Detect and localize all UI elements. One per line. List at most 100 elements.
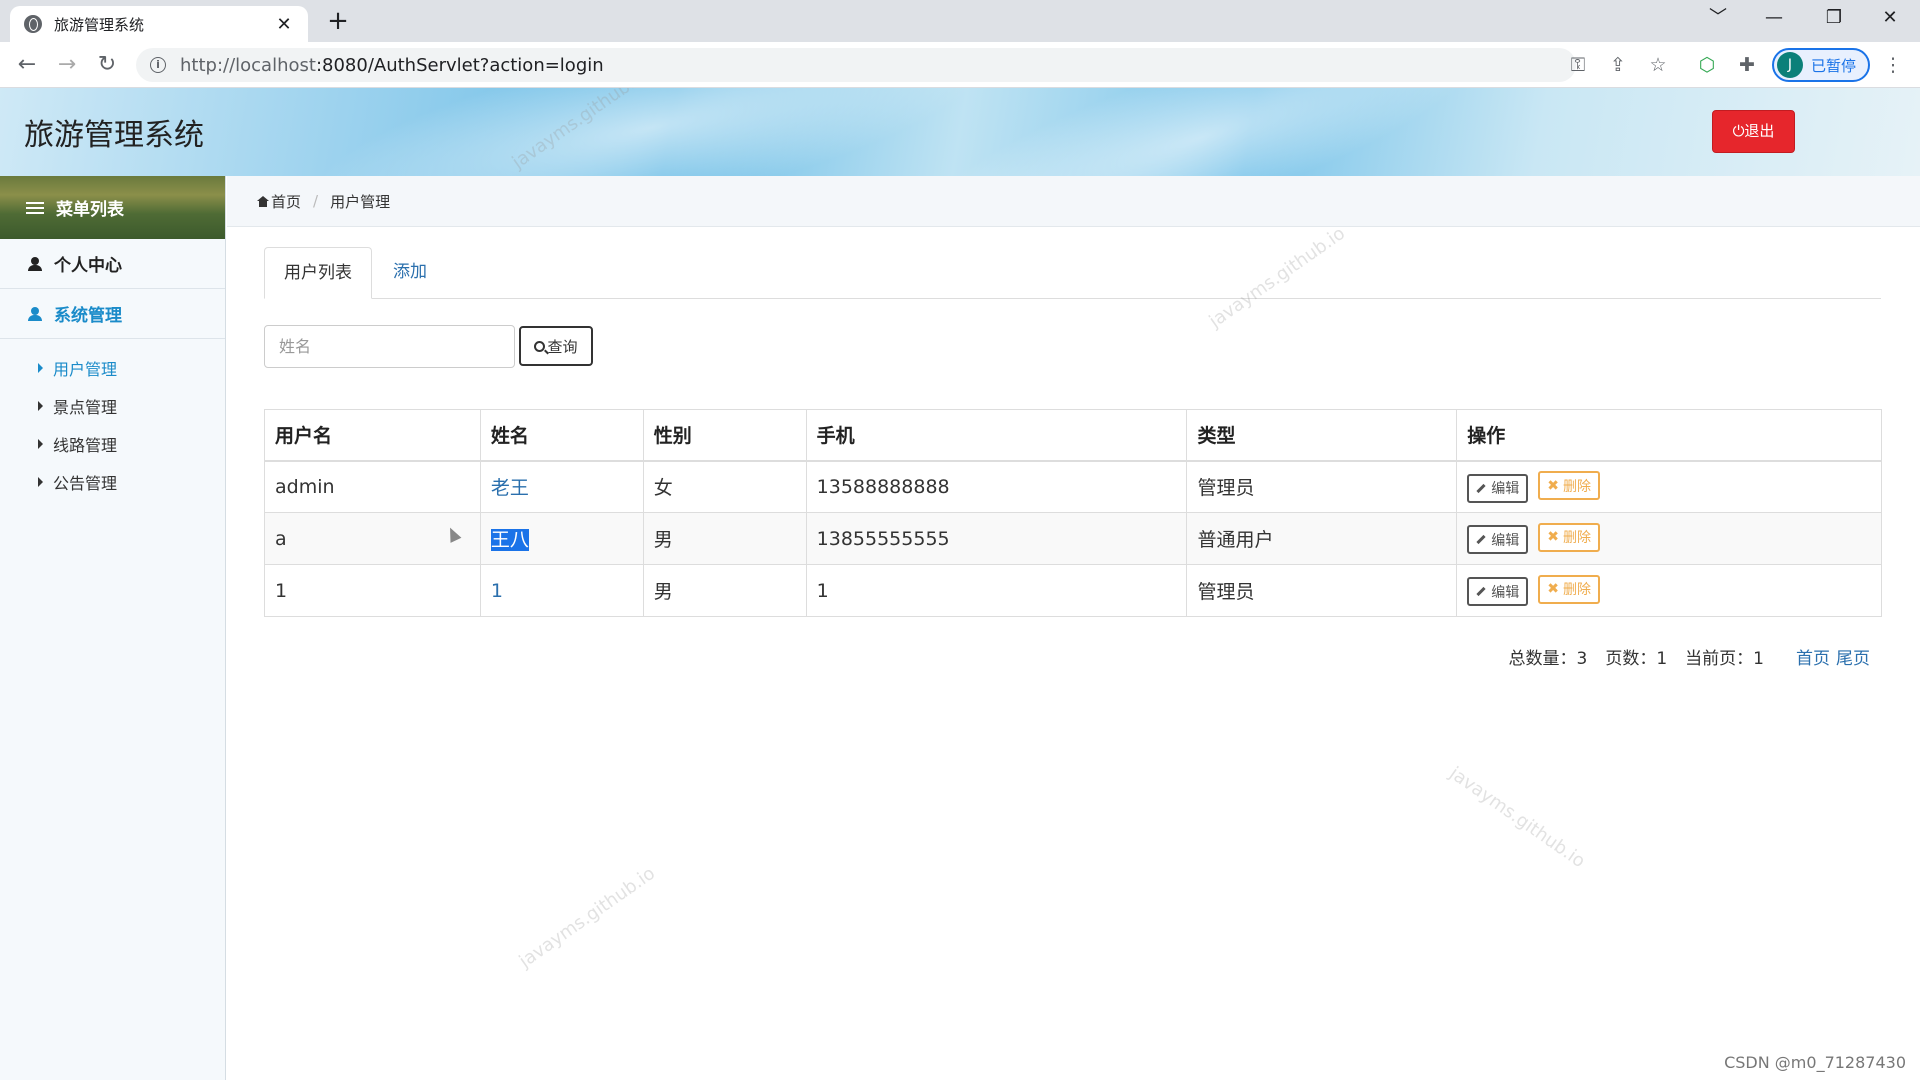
cell-phone: 13588888888 [805,460,1188,513]
tab-user-list[interactable]: 用户列表 [264,247,372,299]
cell-gender: 男 [642,512,807,565]
edit-button[interactable]: 编辑 [1467,473,1529,503]
column-header-gender: 性别 [642,409,807,462]
forward-icon[interactable]: → [52,50,82,80]
delete-button[interactable]: ✖ 删除 [1538,522,1601,552]
minimize-button[interactable]: — [1746,0,1802,38]
column-header-type: 类型 [1186,409,1458,462]
delete-label: 删除 [1563,530,1592,547]
first-page-link[interactable]: 首页 [1796,644,1830,669]
extension-icon[interactable]: ⬡ [1694,52,1720,78]
cell-type: 管理员 [1186,460,1458,513]
table-row: 1 1 男 1 管理员 编辑 ✖ 删除 [264,564,1882,617]
tab-strip: 用户列表 添加 [264,247,1881,299]
close-tab-icon[interactable]: ✕ [274,14,294,35]
sidebar-subitem-route-management[interactable]: 线路管理 [0,425,225,463]
sidebar-item-personal-center[interactable]: 个人中心 [0,239,225,289]
key-icon[interactable]: ⚿ [1565,52,1591,78]
address-toolbar: ← → ↻ i http://localhost:8080/AuthServle… [0,42,1920,88]
pager-links: 首页 尾页 [1796,644,1870,669]
breadcrumb-current: 用户管理 [330,192,391,211]
cell-type: 普通用户 [1186,512,1458,565]
caret-right-icon [38,363,43,373]
delete-button[interactable]: ✖ 删除 [1538,471,1601,500]
cell-gender: 男 [642,564,807,617]
caret-right-icon [38,477,43,487]
cell-actions: 编辑 ✖ 删除 [1456,512,1882,565]
menu-title: 菜单列表 [56,200,124,220]
sidebar-subitem-label: 线路管理 [53,436,118,455]
table-row: admin 老王 女 13588888888 管理员 编辑 ✖ 删除 [264,460,1882,513]
pencil-icon [1476,535,1486,545]
sidebar-subitem-label: 用户管理 [53,360,118,379]
new-tab-button[interactable]: + [322,6,354,38]
watermark: javayms.github.io [508,88,652,174]
breadcrumb-home[interactable]: 首页 [271,191,301,212]
cell-phone: 13855555555 [805,512,1188,565]
avatar: J [1777,52,1803,78]
globe-icon [24,15,42,33]
breadcrumb-separator: / [313,192,319,210]
edit-button[interactable]: 编辑 [1467,525,1529,555]
column-header-actions: 操作 [1456,409,1882,462]
site-info-icon[interactable]: i [150,57,166,73]
sidebar: 菜单列表 个人中心 系统管理 用户管理 景点管理 线路管理 公告管理 [0,176,226,1080]
main-content: 用户列表 添加 查询 用户名 姓名 性别 手机 类型 操作 admin 老王 女 [227,223,1920,1080]
sidebar-subitem-attraction-management[interactable]: 景点管理 [0,387,225,425]
sidebar-subitem-user-management[interactable]: 用户管理 [0,349,225,387]
sidebar-item-label: 个人中心 [54,256,122,276]
pencil-icon [1476,587,1486,597]
tab-search-icon[interactable]: ﹀ [1690,0,1746,38]
profile-label: 已暂停 [1811,56,1857,75]
cell-name-link[interactable]: 老王 [479,460,644,513]
sidebar-item-system-management[interactable]: 系统管理 [0,289,225,339]
delete-label: 删除 [1563,582,1592,599]
last-page-link[interactable]: 尾页 [1836,644,1870,669]
logout-button[interactable]: ⏻退出 [1712,110,1795,153]
menu-header: 菜单列表 [0,176,225,239]
close-window-button[interactable]: ✕ [1862,0,1918,38]
restore-button[interactable]: ❐ [1806,0,1862,38]
caret-right-icon [38,439,43,449]
edit-button[interactable]: 编辑 [1467,577,1529,607]
search-icon [534,340,546,352]
more-menu-icon[interactable]: ⋮ [1880,52,1906,78]
name-search-input[interactable] [264,325,515,368]
bookmark-star-icon[interactable]: ☆ [1645,52,1671,78]
puzzle-icon[interactable]: ✚ [1734,52,1760,78]
cell-name-link[interactable]: 王八 [479,512,644,565]
tab-add[interactable]: 添加 [374,247,446,299]
edit-label: 编辑 [1491,532,1520,549]
pager-total: 总数量：3 [1508,649,1588,669]
caret-right-icon [38,401,43,411]
address-bar[interactable]: i http://localhost:8080/AuthServlet?acti… [136,48,1576,82]
selected-text: 王八 [490,529,529,551]
sidebar-subitem-label: 公告管理 [53,474,118,493]
share-icon[interactable]: ⇪ [1605,52,1631,78]
profile-button[interactable]: J 已暂停 [1772,48,1870,82]
sidebar-item-label: 系统管理 [54,306,122,326]
sidebar-subitem-notice-management[interactable]: 公告管理 [0,463,225,501]
remove-icon: ✖ [1547,477,1560,494]
pager-current: 当前页：1 [1685,649,1764,669]
cell-actions: 编辑 ✖ 删除 [1456,460,1882,513]
home-icon [257,195,269,207]
cell-phone: 1 [805,564,1188,617]
pager-pages: 页数：1 [1605,649,1668,669]
url-text: http://localhost:8080/AuthServlet?action… [180,54,604,76]
browser-tab[interactable]: 旅游管理系统 ✕ [10,6,308,42]
cell-actions: 编辑 ✖ 删除 [1456,564,1882,617]
remove-icon: ✖ [1547,529,1560,546]
reload-icon[interactable]: ↻ [92,50,122,80]
delete-button[interactable]: ✖ 删除 [1538,574,1601,604]
user-icon [28,306,42,321]
cell-gender: 女 [642,460,807,513]
search-button[interactable]: 查询 [519,326,593,366]
table-row: a 王八 男 13855555555 普通用户 编辑 ✖ 删除 [264,512,1882,565]
pagination: 总数量：3 页数：1 当前页：1 首页 尾页 [1509,644,1870,669]
browser-tab-title: 旅游管理系统 [54,15,145,34]
app-title: 旅游管理系统 [24,118,204,153]
table-header-row: 用户名 姓名 性别 手机 类型 操作 [264,409,1882,462]
cell-name-link[interactable]: 1 [479,564,644,617]
back-icon[interactable]: ← [12,50,42,80]
